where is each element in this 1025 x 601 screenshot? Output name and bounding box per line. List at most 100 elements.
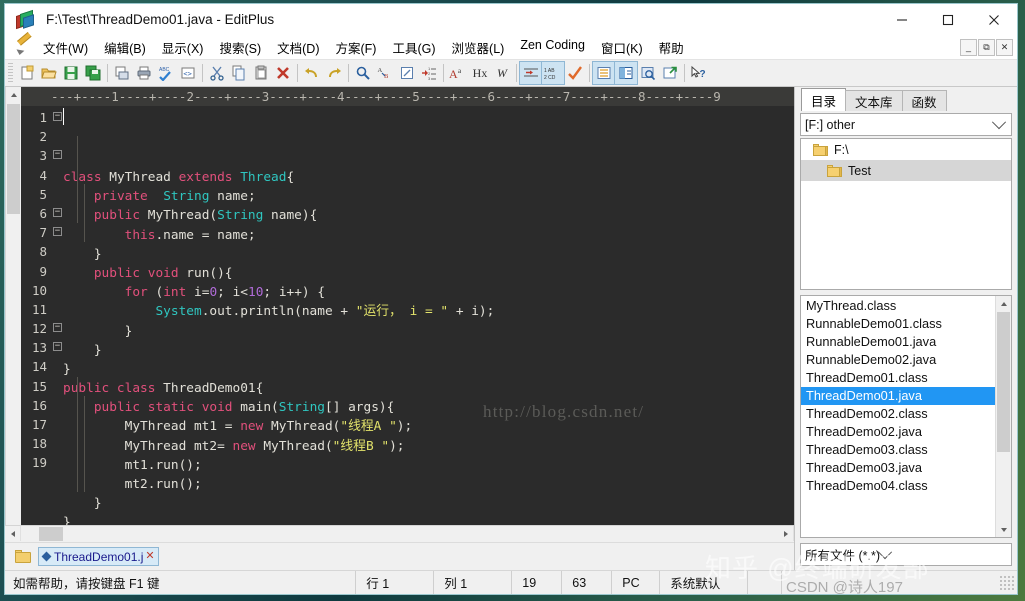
- menu-item-9[interactable]: 窗口(K): [593, 35, 651, 60]
- menu-item-5[interactable]: 方案(F): [328, 35, 385, 60]
- new-file-icon[interactable]: [16, 62, 38, 84]
- menu-item-3[interactable]: 搜索(S): [211, 35, 269, 60]
- html-tag-icon[interactable]: <>: [177, 62, 199, 84]
- wrap-lines-icon[interactable]: 1 AB 2 CD: [541, 61, 565, 85]
- browser-preview-icon[interactable]: [637, 62, 659, 84]
- file-list-item[interactable]: ThreadDemo01.class: [801, 369, 995, 387]
- editor-horizontal-scrollbar[interactable]: [5, 525, 794, 542]
- file-list-item[interactable]: ThreadDemo02.class: [801, 405, 995, 423]
- file-scroll-down-icon[interactable]: [996, 522, 1011, 537]
- menu-item-0[interactable]: 文件(W): [35, 35, 96, 60]
- file-list[interactable]: MyThread.class RunnableDemo01.class Runnab…: [801, 296, 995, 537]
- token-pl: }: [63, 342, 102, 358]
- scroll-up-icon[interactable]: [6, 87, 21, 102]
- drive-selector[interactable]: [F:] other: [800, 113, 1012, 136]
- external-browser-icon[interactable]: [659, 62, 681, 84]
- code-text[interactable]: http://blog.csdn.net/ class MyThread ext…: [51, 106, 794, 525]
- menu-item-7[interactable]: 浏览器(L): [444, 35, 513, 60]
- maximize-button[interactable]: [925, 4, 971, 35]
- open-file-icon[interactable]: [38, 62, 60, 84]
- goto-icon[interactable]: [396, 62, 418, 84]
- file-list-item[interactable]: MyThread.class: [801, 297, 995, 315]
- edit-area[interactable]: ---+----1----+----2----+----3----+----4-…: [5, 87, 794, 525]
- split-view-icon[interactable]: [614, 61, 638, 85]
- file-list-item[interactable]: RunnableDemo01.java: [801, 333, 995, 351]
- folder-icon[interactable]: [15, 549, 32, 564]
- scroll-left-icon[interactable]: [5, 526, 21, 541]
- editor-vertical-scroll-thumb[interactable]: [7, 104, 20, 214]
- list-view-icon[interactable]: [592, 61, 616, 85]
- redo-icon[interactable]: [323, 62, 345, 84]
- token-kw: public void: [93, 265, 187, 281]
- mdi-restore-button[interactable]: ⧉: [978, 38, 995, 56]
- code-line: public MyThread(String name){: [63, 206, 794, 225]
- menu-item-10[interactable]: 帮助: [651, 35, 692, 60]
- menu-item-6[interactable]: 工具(G): [384, 35, 443, 60]
- toolbar-separator: [202, 64, 203, 82]
- file-list-scrollbar[interactable]: [995, 296, 1011, 537]
- file-list-item[interactable]: ThreadDemo03.class: [801, 441, 995, 459]
- document-tab-0[interactable]: ThreadDemo01.j ✕: [38, 547, 159, 566]
- panel-tab-1[interactable]: 文本库: [845, 90, 903, 111]
- find-icon[interactable]: [352, 62, 374, 84]
- file-filter-selector[interactable]: 所有文件 (*.*): [800, 543, 1012, 566]
- font-icon[interactable]: Aa: [447, 62, 469, 84]
- file-list-item[interactable]: ThreadDemo04.class: [801, 477, 995, 495]
- code-line: class MyThread extends Thread{: [63, 168, 794, 187]
- line-number-icon[interactable]: 123: [418, 62, 440, 84]
- mdi-close-button[interactable]: ✕: [996, 38, 1013, 56]
- resize-grip[interactable]: [998, 574, 1015, 591]
- save-all-icon[interactable]: [82, 62, 104, 84]
- menu-item-8[interactable]: Zen Coding: [512, 35, 593, 60]
- editor-pane: ---+----1----+----2----+----3----+----4-…: [5, 87, 794, 570]
- file-list-item[interactable]: RunnableDemo01.class: [801, 315, 995, 333]
- spellcheck-abc-icon[interactable]: ABC: [155, 62, 177, 84]
- word-wrap-icon[interactable]: W: [491, 62, 513, 84]
- file-list-item[interactable]: ThreadDemo01.java: [801, 387, 995, 405]
- editor-horizontal-scroll-thumb[interactable]: [39, 527, 63, 541]
- toolbar-separator: [297, 64, 298, 82]
- copy-icon[interactable]: [228, 62, 250, 84]
- close-icon[interactable]: ✕: [145, 551, 154, 562]
- minimize-button[interactable]: [879, 4, 925, 35]
- panel-tab-2[interactable]: 函数: [901, 90, 947, 111]
- toolbar-grip[interactable]: [8, 63, 13, 83]
- replace-icon[interactable]: AB: [374, 62, 396, 84]
- status-cell-3: 63: [561, 571, 611, 594]
- folder-tree[interactable]: F:\ Test: [800, 138, 1012, 290]
- delete-x-icon[interactable]: [272, 62, 294, 84]
- tree-node-0[interactable]: F:\: [801, 139, 1011, 160]
- indent-icon[interactable]: [519, 61, 543, 85]
- file-list-item[interactable]: RunnableDemo02.java: [801, 351, 995, 369]
- svg-text:2 CD: 2 CD: [544, 75, 556, 81]
- context-help-icon[interactable]: ?: [688, 62, 710, 84]
- token-pl: + i);: [448, 304, 495, 320]
- file-scroll-up-icon[interactable]: [996, 296, 1011, 311]
- paste-icon[interactable]: [250, 62, 272, 84]
- file-list-item[interactable]: ThreadDemo03.java: [801, 459, 995, 477]
- tree-node-1[interactable]: Test: [801, 160, 1011, 181]
- file-list-scroll-thumb[interactable]: [997, 312, 1010, 452]
- scroll-right-icon[interactable]: [778, 526, 794, 541]
- token-pl: main(: [240, 400, 279, 416]
- check-icon[interactable]: [564, 62, 586, 84]
- status-cell-5: 系统默认: [659, 571, 747, 594]
- close-button[interactable]: [971, 4, 1017, 35]
- panel-tab-0[interactable]: 目录: [801, 88, 847, 111]
- undo-icon[interactable]: [301, 62, 323, 84]
- editor-vertical-scrollbar[interactable]: [5, 87, 21, 525]
- print-icon[interactable]: [133, 62, 155, 84]
- code-line: mt1.run();: [63, 456, 794, 475]
- menu-item-4[interactable]: 文档(D): [269, 35, 327, 60]
- cut-icon[interactable]: [206, 62, 228, 84]
- menu-item-2[interactable]: 显示(X): [154, 35, 212, 60]
- save-icon[interactable]: [60, 62, 82, 84]
- mdi-minimize-button[interactable]: _: [960, 38, 977, 56]
- hex-icon[interactable]: Hx: [469, 62, 491, 84]
- file-list-item[interactable]: ThreadDemo02.java: [801, 423, 995, 441]
- print-preview-icon[interactable]: [111, 62, 133, 84]
- menu-item-1[interactable]: 编辑(B): [96, 35, 154, 60]
- code-line: MyThread mt2= new MyThread("线程B ");: [63, 437, 794, 456]
